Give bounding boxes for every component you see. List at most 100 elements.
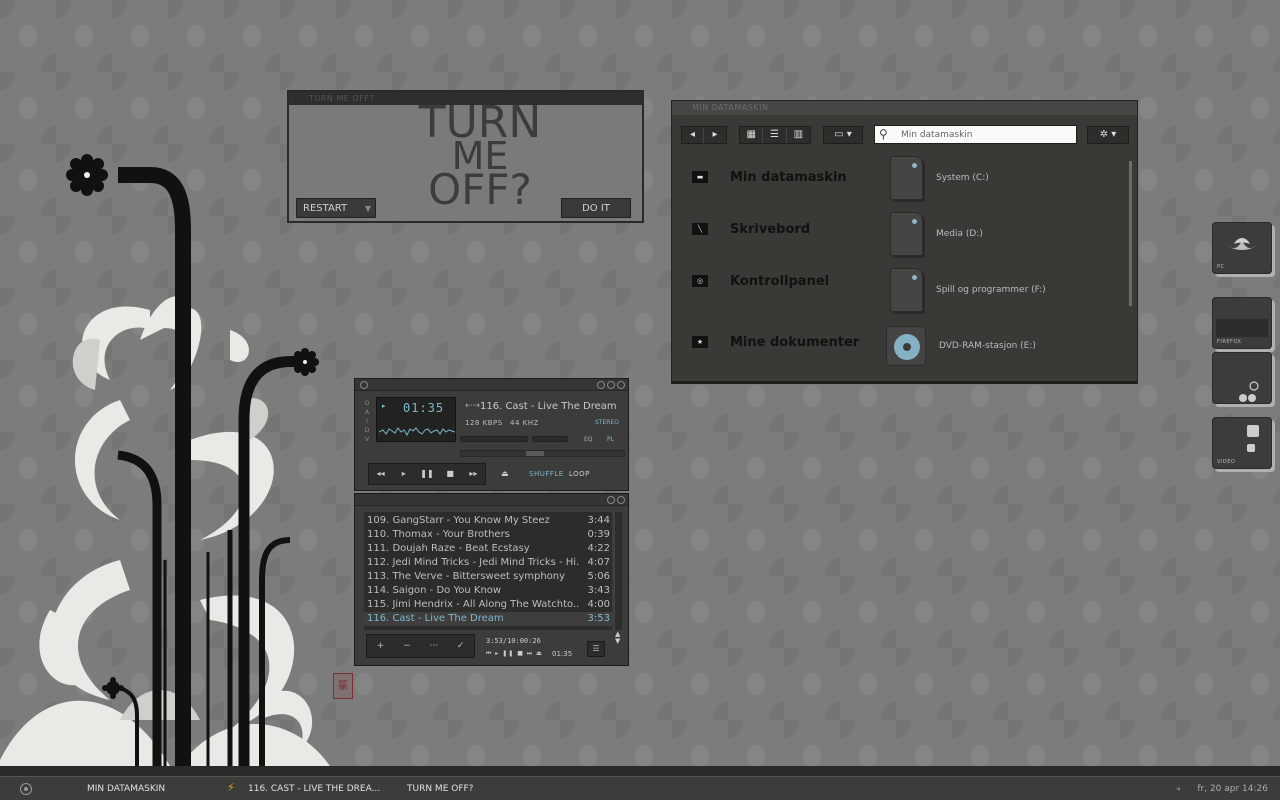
seek-thumb[interactable] [526,451,544,456]
close-icon[interactable] [617,381,625,389]
track-duration: 3:43 [587,585,610,596]
drive-item-system-c[interactable]: System (C:) [890,156,989,200]
control-panel-icon: ◎ [692,275,708,287]
playlist-row[interactable]: 116. Cast - Live The Dream 3:53 [364,612,612,626]
columns-view-icon[interactable]: ▥ [787,127,810,143]
playlist-scrollbar[interactable] [614,512,622,630]
do-it-button[interactable]: DO IT [561,198,631,218]
clutterbar-letter[interactable]: A [363,408,371,417]
search-box: ⚲ [874,125,1077,144]
nav-item-my-documents[interactable]: ★ Mine dokumenter [692,331,859,353]
nav-item-desktop[interactable]: ╲ Skrivebord [692,218,810,240]
clutterbar: O A I D V [363,399,371,444]
playlist-row[interactable]: 113. The Verve - Bittersweet symphony 5:0… [364,570,612,584]
eject-icon[interactable]: ⏏ [501,469,509,478]
scroll-arrows-icon[interactable]: ▲ ▼ [615,631,620,645]
search-input[interactable] [901,127,1071,142]
drive-label: Spill og programmer (F:) [936,285,1046,295]
bitrate: 128 KBPS [465,419,503,427]
nav-item-my-computer[interactable]: ▬ Min datamaskin [692,166,847,188]
mini-transport-icons[interactable]: ⏮ ▸ ❚❚ ■ ⏭ ⏏ [486,650,543,658]
winamp-titlebar[interactable] [355,379,628,391]
hard-drive-icon [890,268,923,312]
balance-slider[interactable] [532,436,568,442]
layout-dropdown[interactable]: ▭ ▾ [823,126,863,144]
explorer-titlebar[interactable]: MIN DATAMASKIN [672,101,1137,115]
winamp-playlist: 109. GangStarr - You Know My Steez 3:44 11… [354,493,629,666]
grid-view-icon[interactable]: ▦ [740,127,764,143]
task-winamp[interactable]: 116. CAST - LIVE THE DREA... [248,777,380,800]
playlist-row[interactable]: 112. Jedi Mind Tricks - Jedi Mind Tricks… [364,556,612,570]
track-title: 111. Doujah Raze - Beat Ecstasy [367,543,530,554]
dock-pc[interactable]: PC [1212,222,1272,274]
shutdown-mode-select[interactable]: RESTART ▼ [296,198,376,218]
nav-item-label: Skrivebord [730,221,811,237]
previous-icon[interactable]: ◂◂ [369,464,392,484]
dock-video[interactable]: VIDEO [1212,417,1272,469]
samplerate-unit: KHZ [522,419,539,427]
add-track-button[interactable]: + [367,635,394,657]
taskbar-top-strip [0,766,1280,776]
seek-bar[interactable] [460,450,625,457]
misc-options-button[interactable]: ✓ [447,635,474,657]
playlist-row[interactable]: 115. Jimi Hendrix - All Along The Watcht… [364,598,612,612]
shade-icon[interactable] [607,381,615,389]
clutterbar-letter[interactable]: D [363,426,371,435]
shutdown-mode-label: RESTART [303,203,348,214]
start-button-icon[interactable] [20,783,32,795]
list-view-icon[interactable]: ☰ [763,127,787,143]
nav-item-label: Kontrollpanel [730,273,830,289]
minimize-icon[interactable] [597,381,605,389]
visualizer[interactable] [379,420,455,440]
forward-arrow-icon[interactable]: ▸ [704,127,726,143]
shade-icon[interactable] [607,496,615,504]
search-icon[interactable]: ⚲ [879,127,888,141]
layout-icon: ▭ ▾ [834,129,852,140]
clutterbar-letter[interactable]: I [363,417,371,426]
menu-icon[interactable] [360,381,368,389]
close-icon[interactable] [617,496,625,504]
remove-track-button[interactable]: − [394,635,421,657]
list-options-icon[interactable]: ☰ [587,641,605,657]
play-icon[interactable]: ▸ [392,464,415,484]
shuffle-button[interactable]: SHUFFLE [529,470,564,478]
back-arrow-icon[interactable]: ◂ [682,127,704,143]
drive-label: DVD-RAM-stasjon (E:) [939,341,1036,351]
explorer-window: MIN DATAMASKIN ◂ ▸ ▦ ☰ ▥ ▭ ▾ ⚲ ✲ ▾ ▬ Min… [671,100,1138,384]
hard-drive-icon [890,212,923,256]
settings-dropdown[interactable]: ✲ ▾ [1087,126,1129,144]
track-duration: 4:22 [587,543,610,554]
nav-item-control-panel[interactable]: ◎ Kontrollpanel [692,270,829,292]
tray-expand-icon[interactable]: ◂ [1176,777,1180,800]
clutterbar-letter[interactable]: V [363,435,371,444]
dock-music[interactable] [1212,352,1272,404]
music-icon [1239,381,1259,402]
clutterbar-letter[interactable]: O [363,399,371,408]
stop-icon[interactable]: ■ [439,464,462,484]
eq-toggle[interactable]: EQ [584,436,593,443]
next-icon[interactable]: ▸▸ [462,464,485,484]
volume-slider[interactable] [460,436,528,442]
drive-item-dvd-e[interactable]: DVD-RAM-stasjon (E:) [886,324,1036,368]
playlist-row[interactable]: 109. GangStarr - You Know My Steez 3:44 [364,514,612,528]
playlist-row[interactable]: 110. Thomax - Your Brothers 0:39 [364,528,612,542]
drive-item-games-f[interactable]: Spill og programmer (F:) [890,268,1046,312]
time-display-panel[interactable]: ▸ 01:35 [376,397,456,442]
track-title: 116. Cast - Live The Dream [367,613,504,624]
explorer-scrollbar[interactable] [1129,161,1132,306]
playlist-row[interactable]: 111. Doujah Raze - Beat Ecstasy 4:22 [364,542,612,556]
loop-button[interactable]: LOOP [569,470,590,478]
clock[interactable]: fr, 20 apr 14:26 [1197,777,1268,800]
task-my-computer[interactable]: MIN DATAMASKIN [87,777,165,800]
dock-firefox[interactable]: FIREFOX [1212,297,1272,349]
dvd-drive-icon [886,326,926,366]
navigation-buttons: ◂ ▸ [681,126,727,144]
playlist-titlebar[interactable] [355,494,628,506]
playlist-toggle[interactable]: PL [607,436,614,443]
playlist-row[interactable]: 114. Saigon - Do You Know 3:43 [364,584,612,598]
pause-icon[interactable]: ❚❚ [415,464,438,484]
drive-item-media-d[interactable]: Media (D:) [890,212,983,256]
select-tracks-button[interactable]: ⋯ [421,635,448,657]
task-turn-me-off[interactable]: TURN ME OFF? [407,777,473,800]
track-duration: 0:39 [587,529,610,540]
